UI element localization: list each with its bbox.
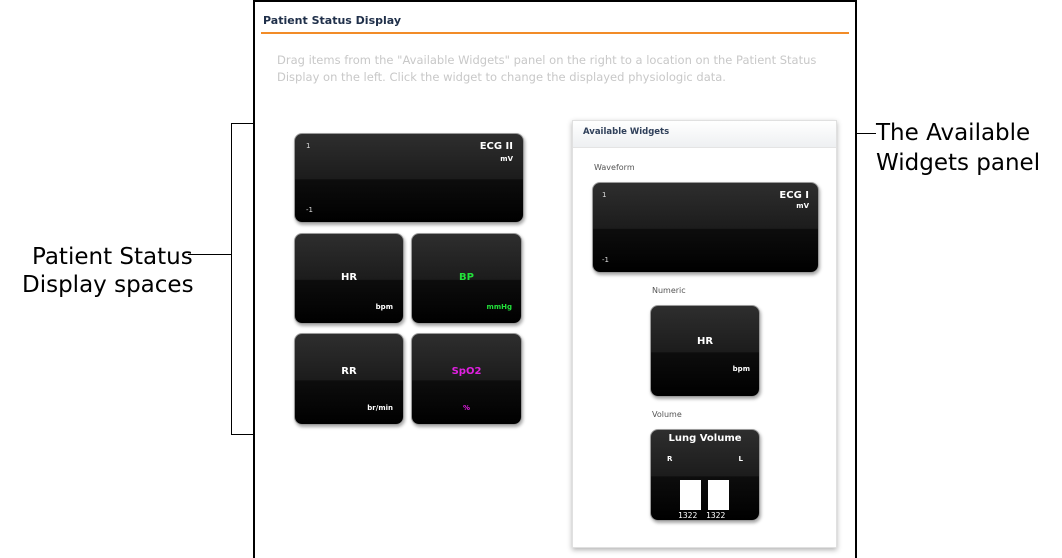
waveform-max-label: 1 xyxy=(306,142,311,150)
section-label-numeric: Numeric xyxy=(652,286,686,295)
lung-volume-value-left: 1322 xyxy=(706,511,726,520)
lung-volume-value-right: 1322 xyxy=(678,511,698,520)
display-space-numeric-hr[interactable]: HR bpm xyxy=(294,233,404,324)
numeric-unit-label: bpm xyxy=(375,303,393,311)
annotation-display-spaces-line1: Patient Status xyxy=(32,244,193,270)
annotation-widgets-panel-line1: The Available xyxy=(876,120,1031,146)
numeric-unit-label: bpm xyxy=(732,365,750,373)
waveform-max-label: 1 xyxy=(602,191,607,199)
available-widget-waveform-ecg1[interactable]: 1 ECG I mV -1 xyxy=(592,182,819,273)
panel-header: Available Widgets xyxy=(573,121,836,148)
annotation-display-spaces-line2: Display spaces xyxy=(22,272,194,298)
display-space-numeric-bp[interactable]: BP mmHg xyxy=(411,233,522,324)
available-widgets-panel: Available Widgets Waveform 1 ECG I mV -1… xyxy=(572,120,837,548)
annotation-leader-line xyxy=(188,254,231,255)
annotation-widgets-panel-line2: Widgets panel xyxy=(876,150,1041,176)
annotation-bracket-vertical xyxy=(231,123,232,435)
section-label-waveform: Waveform xyxy=(594,163,635,172)
window-title: Patient Status Display xyxy=(263,14,402,27)
title-divider xyxy=(261,32,849,34)
waveform-unit-label: mV xyxy=(500,155,513,163)
lung-left-label: L xyxy=(738,455,743,463)
lung-volume-bar-right xyxy=(680,480,701,510)
numeric-name-label: BP xyxy=(459,272,474,283)
numeric-name-label: HR xyxy=(340,272,358,283)
section-label-volume: Volume xyxy=(652,410,682,419)
waveform-name-label: ECG I xyxy=(779,190,809,201)
numeric-unit-label: br/min xyxy=(367,404,393,412)
lung-right-label: R xyxy=(667,455,673,463)
numeric-name-label: RR xyxy=(341,366,357,377)
display-space-numeric-rr[interactable]: RR br/min xyxy=(294,333,404,425)
lung-volume-title: Lung Volume xyxy=(668,433,742,444)
numeric-name-label: SpO2 xyxy=(451,366,482,377)
numeric-unit-label: % xyxy=(462,404,470,412)
waveform-unit-label: mV xyxy=(796,202,809,210)
display-space-numeric-spo2[interactable]: SpO2 % xyxy=(411,333,522,425)
display-space-waveform-ecg2[interactable]: 1 ECG II mV -1 xyxy=(294,133,524,223)
waveform-min-label: -1 xyxy=(602,256,609,264)
lung-volume-bar-left xyxy=(708,480,729,510)
numeric-name-label: HR xyxy=(696,336,714,347)
waveform-name-label: ECG II xyxy=(479,141,513,152)
instructions-text: Drag items from the "Available Widgets" … xyxy=(277,53,817,84)
waveform-min-label: -1 xyxy=(306,206,313,214)
numeric-unit-label: mmHg xyxy=(486,303,512,311)
available-widget-numeric-hr[interactable]: HR bpm xyxy=(650,305,760,397)
available-widget-lung-volume[interactable]: Lung Volume R L 1322 1322 xyxy=(650,429,760,521)
